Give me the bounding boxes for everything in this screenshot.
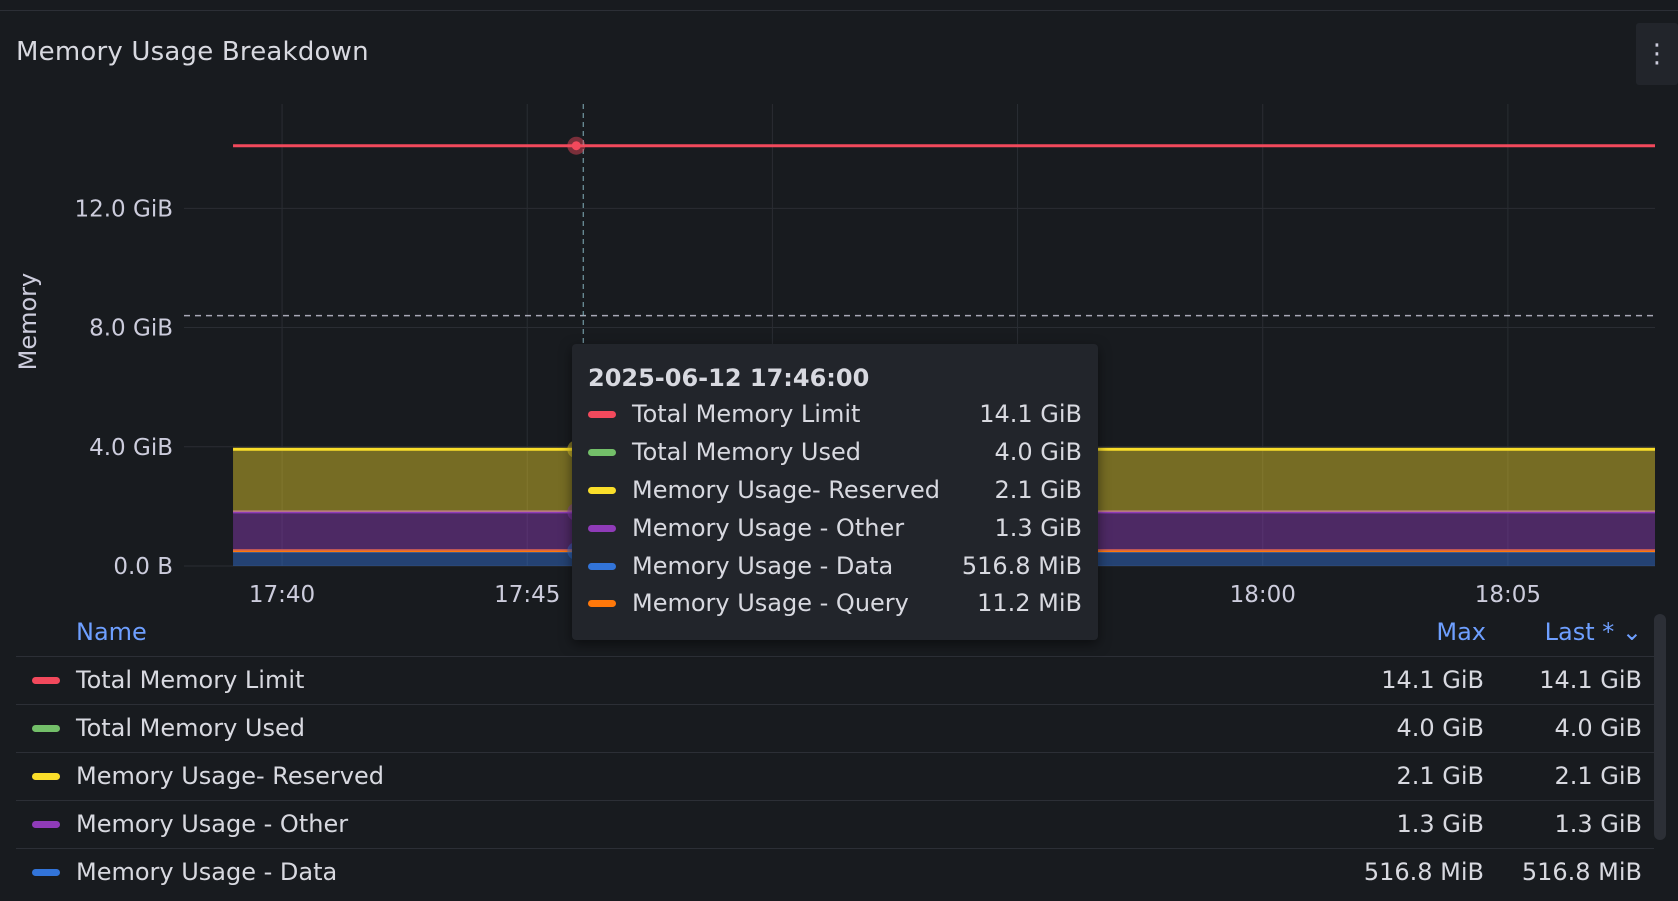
legend-table: Name Max Last * ⌄ Total Memory Limit 14.… — [16, 614, 1654, 900]
x-tick-label: 18:05 — [1475, 582, 1541, 608]
series-color-swatch — [588, 411, 616, 418]
tooltip-row: Total Memory Limit 14.1 GiB — [588, 396, 1082, 432]
legend-series-last: 14.1 GiB — [1539, 666, 1642, 694]
series-color-swatch — [32, 821, 60, 828]
series-color-swatch — [32, 725, 60, 732]
y-tick-label: 8.0 GiB — [89, 316, 173, 342]
legend-series-name: Memory Usage - Other — [76, 810, 349, 838]
legend-row[interactable]: Total Memory Limit 14.1 GiB 14.1 GiB — [16, 656, 1654, 704]
legend-scrollbar[interactable] — [1654, 614, 1666, 840]
hover-tooltip: 2025-06-12 17:46:00 Total Memory Limit 1… — [572, 344, 1098, 640]
tooltip-series-value: 4.0 GiB — [994, 438, 1082, 466]
legend-series-last: 4.0 GiB — [1554, 714, 1642, 742]
hover-point — [571, 141, 581, 151]
legend-header-max[interactable]: Max — [1436, 618, 1486, 646]
tooltip-row: Memory Usage- Reserved 2.1 GiB — [588, 472, 1082, 508]
series-color-swatch — [32, 869, 60, 876]
legend-series-max: 2.1 GiB — [1396, 762, 1484, 790]
legend-series-max: 4.0 GiB — [1396, 714, 1484, 742]
x-tick-label: 17:40 — [249, 582, 315, 608]
tooltip-time: 2025-06-12 17:46:00 — [588, 364, 870, 392]
tooltip-row: Total Memory Used 4.0 GiB — [588, 434, 1082, 470]
legend-series-name: Total Memory Used — [76, 714, 305, 742]
tooltip-series-value: 516.8 MiB — [961, 552, 1082, 580]
legend-series-max: 14.1 GiB — [1381, 666, 1484, 694]
y-tick-label: 4.0 GiB — [89, 435, 173, 461]
tooltip-series-name: Total Memory Used — [632, 438, 861, 466]
legend-series-name: Total Memory Limit — [76, 666, 305, 694]
legend-header-name[interactable]: Name — [76, 618, 147, 646]
series-color-swatch — [32, 677, 60, 684]
series-color-swatch — [588, 563, 616, 570]
tooltip-series-name: Memory Usage- Reserved — [632, 476, 941, 504]
legend-series-name: Memory Usage - Data — [76, 858, 338, 886]
legend-row[interactable]: Memory Usage - Data 516.8 MiB 516.8 MiB — [16, 848, 1654, 896]
y-tick-label: 0.0 B — [113, 554, 173, 580]
series-color-swatch — [588, 600, 616, 607]
tooltip-row: Memory Usage - Data 516.8 MiB — [588, 548, 1082, 584]
legend-series-last: 1.3 GiB — [1554, 810, 1642, 838]
legend-series-last: 516.8 MiB — [1521, 858, 1642, 886]
legend-row[interactable]: Memory Usage- Reserved 2.1 GiB 2.1 GiB — [16, 752, 1654, 800]
series-color-swatch — [32, 773, 60, 780]
x-tick-label: 17:45 — [494, 582, 560, 608]
legend-series-last: 2.1 GiB — [1554, 762, 1642, 790]
series-color-swatch — [588, 487, 616, 494]
tooltip-row: Memory Usage - Query 11.2 MiB — [588, 585, 1082, 621]
tooltip-series-value: 11.2 MiB — [977, 589, 1082, 617]
tooltip-series-value: 14.1 GiB — [979, 400, 1082, 428]
x-tick-label: 18:00 — [1230, 582, 1296, 608]
legend-row[interactable]: Total Memory Used 4.0 GiB 4.0 GiB — [16, 704, 1654, 752]
legend-series-name: Memory Usage- Reserved — [76, 762, 385, 790]
tooltip-series-value: 1.3 GiB — [994, 514, 1082, 542]
series-color-swatch — [588, 525, 616, 532]
tooltip-row: Memory Usage - Other 1.3 GiB — [588, 510, 1082, 546]
tooltip-series-value: 2.1 GiB — [994, 476, 1082, 504]
series-color-swatch — [588, 449, 616, 456]
y-tick-label: 12.0 GiB — [74, 196, 173, 222]
legend-series-max: 1.3 GiB — [1396, 810, 1484, 838]
tooltip-series-name: Memory Usage - Other — [632, 514, 905, 542]
legend-row[interactable]: Memory Usage - Other 1.3 GiB 1.3 GiB — [16, 800, 1654, 848]
legend-header-last[interactable]: Last * ⌄ — [1545, 618, 1642, 646]
y-axis-label: Memory — [14, 273, 42, 371]
legend-series-max: 516.8 MiB — [1363, 858, 1484, 886]
tooltip-series-name: Memory Usage - Data — [632, 552, 894, 580]
tooltip-series-name: Total Memory Limit — [632, 400, 861, 428]
tooltip-series-name: Memory Usage - Query — [632, 589, 909, 617]
